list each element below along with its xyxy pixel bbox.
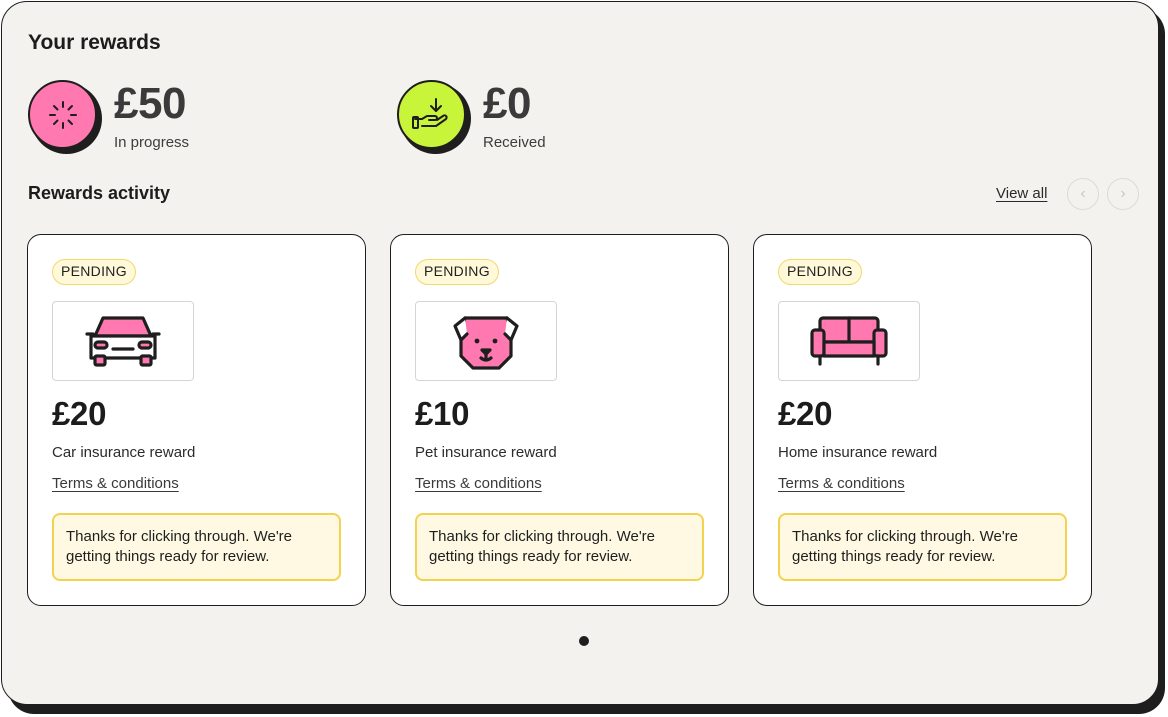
reward-card-car[interactable]: PENDING £20 Car insurance reward Terms &… [27,234,366,606]
reward-icon-box [778,301,920,381]
rewards-activity-title: Rewards activity [28,183,171,203]
review-notice: Thanks for clicking through. We're getti… [52,513,341,581]
reward-label: Car insurance reward [52,444,196,461]
prev-button[interactable]: ‹ [1067,178,1099,210]
reward-icon-box [415,301,557,381]
chevron-right-icon: › [1120,185,1126,202]
sofa-icon [810,316,888,366]
summary-received: £0 Received [397,80,546,154]
dog-icon [453,316,519,370]
car-icon [85,316,161,367]
terms-link[interactable]: Terms & conditions [52,475,179,492]
sparkle-loading-icon [28,80,97,149]
reward-label: Pet insurance reward [415,444,557,461]
received-badge [397,80,471,154]
terms-link[interactable]: Terms & conditions [778,475,905,492]
pagination-dot[interactable] [579,636,589,646]
chevron-left-icon: ‹ [1080,185,1086,202]
page-title: Your rewards [28,31,161,54]
reward-amount: £20 [778,395,833,432]
next-button[interactable]: › [1107,178,1139,210]
in-progress-amount: £50 [114,79,186,128]
review-notice: Thanks for clicking through. We're getti… [415,513,704,581]
received-amount: £0 [483,79,531,128]
reward-card-pet[interactable]: PENDING £10 Pet insurance reward Terms &… [390,234,729,606]
in-progress-badge [28,80,102,154]
hand-receive-icon [397,80,466,149]
reward-amount: £10 [415,395,470,432]
rewards-panel: Your rewards £50 In progress £0 Received… [1,1,1159,705]
reward-amount: £20 [52,395,107,432]
review-notice: Thanks for clicking through. We're getti… [778,513,1067,581]
terms-link[interactable]: Terms & conditions [415,475,542,492]
reward-icon-box [52,301,194,381]
reward-card-home[interactable]: PENDING £20 Home insurance reward Terms … [753,234,1092,606]
status-badge: PENDING [415,259,499,285]
in-progress-label: In progress [114,134,190,151]
view-all-link[interactable]: View all [996,185,1047,202]
received-label: Received [483,134,546,151]
status-badge: PENDING [52,259,136,285]
status-badge: PENDING [778,259,862,285]
reward-label: Home insurance reward [778,444,938,461]
summary-in-progress: £50 In progress [28,80,189,154]
